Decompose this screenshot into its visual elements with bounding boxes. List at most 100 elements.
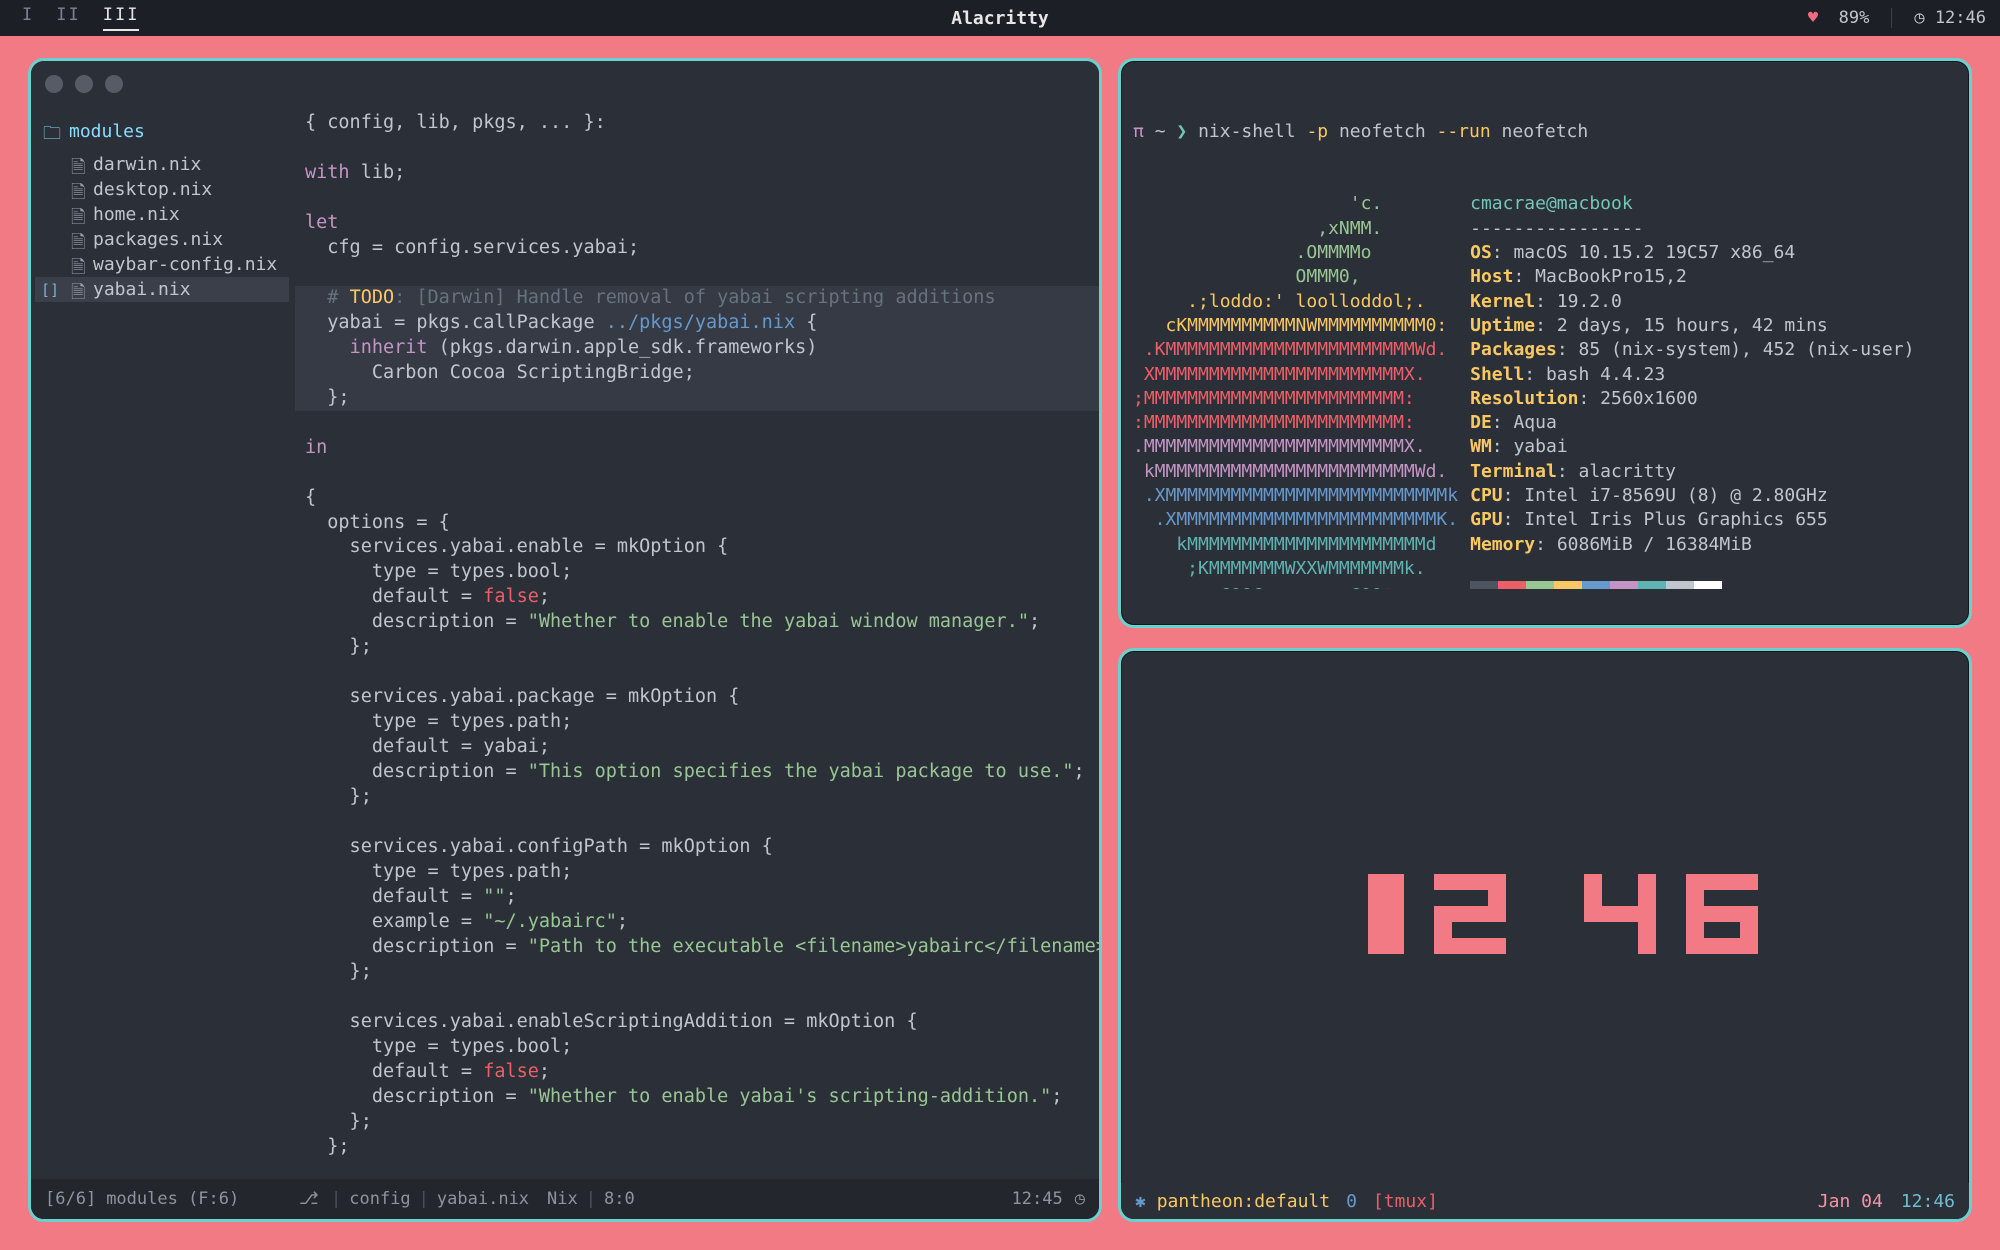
code-line[interactable]: options = { bbox=[305, 512, 450, 533]
tmux-statusbar: ✱ pantheon:default 0 [tmux] Jan 04 12:46 bbox=[1121, 1183, 1969, 1219]
code-line[interactable]: services.yabai.package = mkOption { bbox=[305, 686, 739, 707]
code-line[interactable]: type = types.path; bbox=[305, 861, 572, 882]
code-line[interactable]: services.yabai.configPath = mkOption { bbox=[305, 836, 773, 857]
prompt-line: π ~ ❯ nix-shell -p neofetch --run neofet… bbox=[1133, 120, 1957, 144]
code-line[interactable]: }; bbox=[305, 1111, 372, 1132]
dirty-marker-icon: [] bbox=[41, 281, 59, 299]
code-line[interactable]: Carbon Cocoa ScriptingBridge; bbox=[295, 361, 1099, 386]
heart-icon: ♥ bbox=[1808, 8, 1818, 28]
tree-file[interactable]: []🗎yabai.nix bbox=[35, 277, 289, 302]
tmux-date: Jan 04 bbox=[1818, 1191, 1883, 1212]
terminal-clock-window: ✱ pantheon:default 0 [tmux] Jan 04 12:46 bbox=[1118, 648, 1972, 1222]
clock-digit bbox=[1434, 874, 1506, 954]
apple-logo-ascii: 'c. ,xNMM. .OMMMMo OMMM0, .;loddo:' lool… bbox=[1133, 192, 1458, 589]
code-line[interactable]: in bbox=[305, 437, 327, 458]
menubar-clock: 12:46 bbox=[1935, 8, 1986, 28]
tmux-time: 12:46 bbox=[1901, 1191, 1955, 1212]
clock-digit bbox=[1332, 874, 1404, 954]
code-line[interactable]: cfg = config.services.yabai; bbox=[305, 237, 639, 258]
tree-file-label: waybar-config.nix bbox=[93, 254, 277, 275]
code-line[interactable]: type = types.bool; bbox=[305, 1036, 572, 1057]
terminal-body[interactable] bbox=[1133, 661, 1957, 1183]
code-line[interactable]: yabai = pkgs.callPackage ../pkgs/yabai.n… bbox=[295, 311, 1099, 336]
battery-percent: 89% bbox=[1839, 8, 1870, 28]
tree-file-label: darwin.nix bbox=[93, 154, 201, 175]
file-tree[interactable]: 🗀 modules 🗎darwin.nix🗎desktop.nix🗎home.n… bbox=[31, 107, 289, 1179]
tree-file[interactable]: 🗎waybar-config.nix bbox=[35, 252, 289, 277]
code-line[interactable]: description = "This option specifies the… bbox=[305, 761, 1085, 782]
code-line[interactable]: services.yabai.enableScriptingAddition =… bbox=[305, 1011, 918, 1032]
tty-clock bbox=[1332, 874, 1758, 954]
tree-file-label: desktop.nix bbox=[93, 179, 212, 200]
code-line[interactable]: }; bbox=[305, 1136, 350, 1157]
code-line[interactable]: }; bbox=[305, 636, 372, 657]
tree-file[interactable]: 🗎home.nix bbox=[35, 202, 289, 227]
editor-statusbar: [6/6] modules (F:6) ⎇ | config | yabai.n… bbox=[31, 1179, 1099, 1219]
tree-file-label: home.nix bbox=[93, 204, 180, 225]
breadcrumb: | config | yabai.nix Nix | 8:0 bbox=[331, 1189, 635, 1209]
zoom-dot-icon[interactable] bbox=[105, 75, 123, 93]
clock-icon: ◷ bbox=[1914, 8, 1924, 28]
code-line[interactable]: { bbox=[305, 487, 316, 508]
clock-digit bbox=[1686, 874, 1758, 954]
crumb-file: yabai.nix bbox=[437, 1189, 529, 1209]
workspace-2[interactable]: II bbox=[56, 5, 80, 31]
traffic-lights[interactable] bbox=[45, 75, 123, 93]
tmux-window-name[interactable]: [tmux] bbox=[1373, 1191, 1438, 1212]
color-swatches bbox=[1470, 581, 1914, 589]
vcs-branch-icon: ⎇ bbox=[299, 1189, 319, 1209]
star-icon: ✱ bbox=[1135, 1191, 1146, 1212]
terminal-body[interactable]: π ~ ❯ nix-shell -p neofetch --run neofet… bbox=[1133, 71, 1957, 589]
tree-mode-label: modules (F:6) bbox=[106, 1189, 239, 1209]
menubar: I II III Alacritty ♥ 89% ◷ 12:46 bbox=[0, 0, 2000, 36]
tree-file-label: yabai.nix bbox=[93, 279, 191, 300]
neofetch-output: 'c. ,xNMM. .OMMMMo OMMM0, .;loddo:' lool… bbox=[1133, 192, 1957, 589]
code-line[interactable]: with lib; bbox=[305, 162, 405, 183]
code-line[interactable]: inherit (pkgs.darwin.apple_sdk.framework… bbox=[295, 336, 1099, 361]
neofetch-user: cmacrae@macbook bbox=[1470, 193, 1633, 214]
battery-indicator: ♥ 89% bbox=[1808, 8, 1869, 28]
code-line[interactable]: }; bbox=[305, 786, 372, 807]
code-line[interactable]: services.yabai.enable = mkOption { bbox=[305, 536, 728, 557]
clock-colon bbox=[1536, 874, 1554, 954]
clock-digit bbox=[1584, 874, 1656, 954]
code-line[interactable]: # TODO: [Darwin] Handle removal of yabai… bbox=[295, 286, 1099, 311]
menubar-divider bbox=[1891, 8, 1892, 28]
code-line[interactable]: description = "Path to the executable <f… bbox=[305, 936, 1099, 957]
code-line[interactable]: description = "Whether to enable yabai's… bbox=[305, 1086, 1062, 1107]
code-editor[interactable]: { config, lib, pkgs, ... }: with lib; le… bbox=[295, 107, 1099, 1179]
editor-window: 🗀 modules 🗎darwin.nix🗎desktop.nix🗎home.n… bbox=[28, 58, 1102, 1222]
workspace-1[interactable]: I bbox=[22, 5, 34, 31]
code-line[interactable]: type = types.bool; bbox=[305, 561, 572, 582]
code-line[interactable]: default = false; bbox=[305, 1061, 550, 1082]
code-line[interactable]: type = types.path; bbox=[305, 711, 572, 732]
code-line[interactable]: let bbox=[305, 212, 338, 233]
editor-clock: 12:45 bbox=[1012, 1189, 1063, 1209]
crumb-lang: Nix bbox=[547, 1189, 578, 1209]
code-line[interactable]: description = "Whether to enable the yab… bbox=[305, 611, 1040, 632]
tree-counter: [6/6] bbox=[45, 1189, 96, 1209]
minimize-dot-icon[interactable] bbox=[75, 75, 93, 93]
crumb-pos: 8:0 bbox=[604, 1189, 635, 1209]
code-line[interactable]: default = false; bbox=[305, 586, 550, 607]
folder-icon: 🗀 bbox=[43, 121, 61, 151]
code-line[interactable]: example = "~/.yabairc"; bbox=[305, 911, 628, 932]
tmux-window-index[interactable]: 0 bbox=[1346, 1191, 1357, 1212]
workspace-3[interactable]: III bbox=[103, 5, 140, 31]
code-line[interactable]: }; bbox=[295, 386, 1099, 411]
tree-root-label: modules bbox=[69, 121, 145, 142]
neofetch-info: cmacrae@macbook ---------------- OS: mac… bbox=[1470, 192, 1914, 589]
tree-file[interactable]: 🗎darwin.nix bbox=[35, 152, 289, 177]
tree-root[interactable]: 🗀 modules bbox=[35, 115, 289, 152]
tree-file[interactable]: 🗎desktop.nix bbox=[35, 177, 289, 202]
code-line[interactable]: { config, lib, pkgs, ... }: bbox=[305, 112, 606, 133]
code-line[interactable]: default = ""; bbox=[305, 886, 517, 907]
clock-indicator: ◷ 12:46 bbox=[1914, 8, 1986, 28]
workspace-switcher: I II III bbox=[0, 5, 139, 31]
tmux-session[interactable]: ✱ pantheon:default bbox=[1135, 1191, 1330, 1212]
code-line[interactable]: default = yabai; bbox=[305, 736, 550, 757]
crumb-project: config bbox=[349, 1189, 410, 1209]
code-line[interactable]: }; bbox=[305, 961, 372, 982]
tree-file[interactable]: 🗎packages.nix bbox=[35, 227, 289, 252]
close-dot-icon[interactable] bbox=[45, 75, 63, 93]
